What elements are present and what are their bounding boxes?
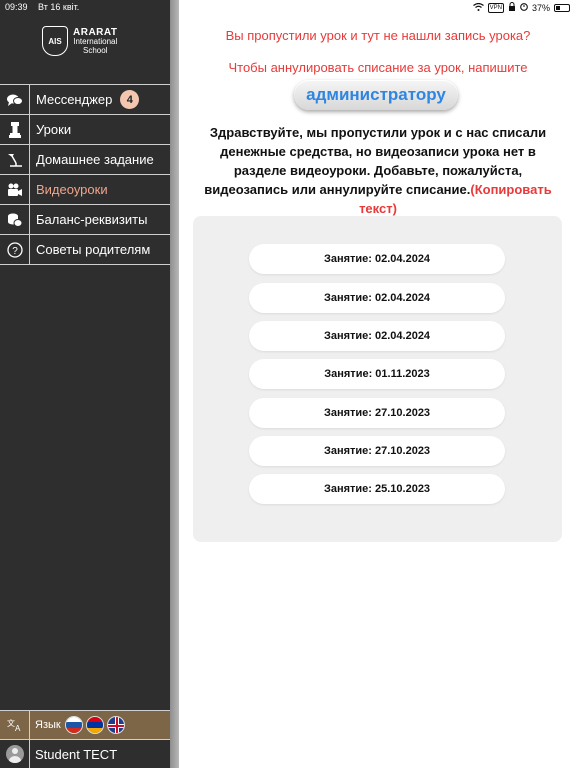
- sidebar-item-label: Видеоуроки: [36, 182, 108, 197]
- contact-admin-button[interactable]: администратору: [294, 80, 458, 110]
- user-name: Student TECT: [35, 746, 118, 762]
- sidebar: AIS ARARAT International School Мессендж…: [0, 0, 170, 768]
- alarm-icon: [520, 2, 528, 13]
- sidebar-item-label: Домашнее задание: [36, 152, 154, 167]
- sidebar-menu: Мессенджер 4 Уроки Домашнее задание Виде…: [0, 84, 170, 265]
- svg-text:文: 文: [7, 718, 15, 728]
- unread-count-badge: 4: [120, 90, 140, 109]
- vpn-badge: VPN: [487, 2, 504, 13]
- sidebar-item-messenger[interactable]: Мессенджер 4: [0, 84, 170, 115]
- battery-icon: [554, 3, 570, 12]
- sidebar-item-parent-tips[interactable]: ? Советы родителям: [0, 234, 170, 265]
- uk-flag-icon[interactable]: [106, 716, 125, 734]
- sidebar-item-label: Баланс-реквизиты: [36, 212, 148, 227]
- video-camera-icon: [0, 174, 30, 205]
- user-avatar-icon-cell: [0, 740, 30, 768]
- lesson-item[interactable]: Занятие: 02.04.2024: [249, 283, 505, 313]
- lesson-item[interactable]: Занятие: 25.10.2023: [249, 474, 505, 504]
- status-date: Вт 16 квіт.: [38, 2, 80, 12]
- russia-flag-icon[interactable]: [64, 716, 83, 734]
- status-left: 09:39 Вт 16 квіт.: [5, 2, 87, 12]
- sidebar-divider: [170, 0, 179, 768]
- coins-icon: [0, 204, 30, 235]
- language-label: Язык: [35, 719, 61, 731]
- wifi-icon: [472, 2, 484, 13]
- lessons-list: Занятие: 02.04.2024 Занятие: 02.04.2024 …: [193, 216, 562, 542]
- battery-percent: 37%: [531, 2, 550, 13]
- sidebar-item-label: Уроки: [36, 122, 72, 137]
- sidebar-item-lessons[interactable]: Уроки: [0, 114, 170, 145]
- lesson-item[interactable]: Занятие: 27.10.2023: [249, 436, 505, 466]
- logo-line2: International: [73, 36, 118, 46]
- status-time: 09:39: [5, 2, 28, 12]
- lesson-item[interactable]: Занятие: 27.10.2023: [249, 398, 505, 428]
- chess-piece-icon: [0, 114, 30, 145]
- logo-text: ARARAT International School: [73, 26, 118, 55]
- svg-text:?: ?: [12, 246, 18, 257]
- lesson-item[interactable]: Занятие: 02.04.2024: [249, 244, 505, 274]
- sidebar-item-balance[interactable]: Баланс-реквизиты: [0, 204, 170, 235]
- user-avatar-icon: [5, 745, 24, 763]
- sidebar-item-label: Советы родителям: [36, 242, 151, 257]
- status-bar: 09:39 Вт 16 квіт. VPN 37%: [0, 0, 576, 14]
- svg-text:A: A: [15, 724, 21, 732]
- armenia-flag-icon[interactable]: [85, 716, 104, 734]
- chat-bubbles-icon: [0, 84, 30, 115]
- language-selector: 文A Язык: [0, 710, 170, 740]
- sidebar-item-label: Мессенджер: [36, 92, 113, 107]
- shield-logo-icon: AIS: [42, 26, 68, 56]
- main-content: Вы пропустили урок и тут не нашли запись…: [180, 0, 576, 768]
- logo-line1: ARARAT: [73, 26, 118, 38]
- user-profile[interactable]: Student TECT: [0, 740, 170, 768]
- logo-line3: School: [83, 45, 108, 55]
- template-message: Здравствуйте, мы пропустили урок и с нас…: [198, 123, 558, 218]
- school-logo[interactable]: AIS ARARAT International School: [42, 26, 117, 56]
- desk-lamp-icon: [0, 144, 30, 175]
- sidebar-item-video-lessons[interactable]: Видеоуроки: [0, 174, 170, 205]
- question-circle-icon: ?: [0, 234, 30, 265]
- missed-lesson-warning: Вы пропустили урок и тут не нашли запись…: [225, 28, 531, 43]
- translate-icon: 文A: [0, 710, 30, 740]
- lesson-item[interactable]: Занятие: 01.11.2023: [249, 359, 505, 389]
- lock-rotation-icon: [508, 2, 516, 13]
- status-right: VPN 37%: [472, 2, 570, 13]
- lesson-item[interactable]: Занятие: 02.04.2024: [249, 321, 505, 351]
- cancel-charge-instruction: Чтобы аннулировать списание за урок, нап…: [228, 60, 528, 75]
- sidebar-item-homework[interactable]: Домашнее задание: [0, 144, 170, 175]
